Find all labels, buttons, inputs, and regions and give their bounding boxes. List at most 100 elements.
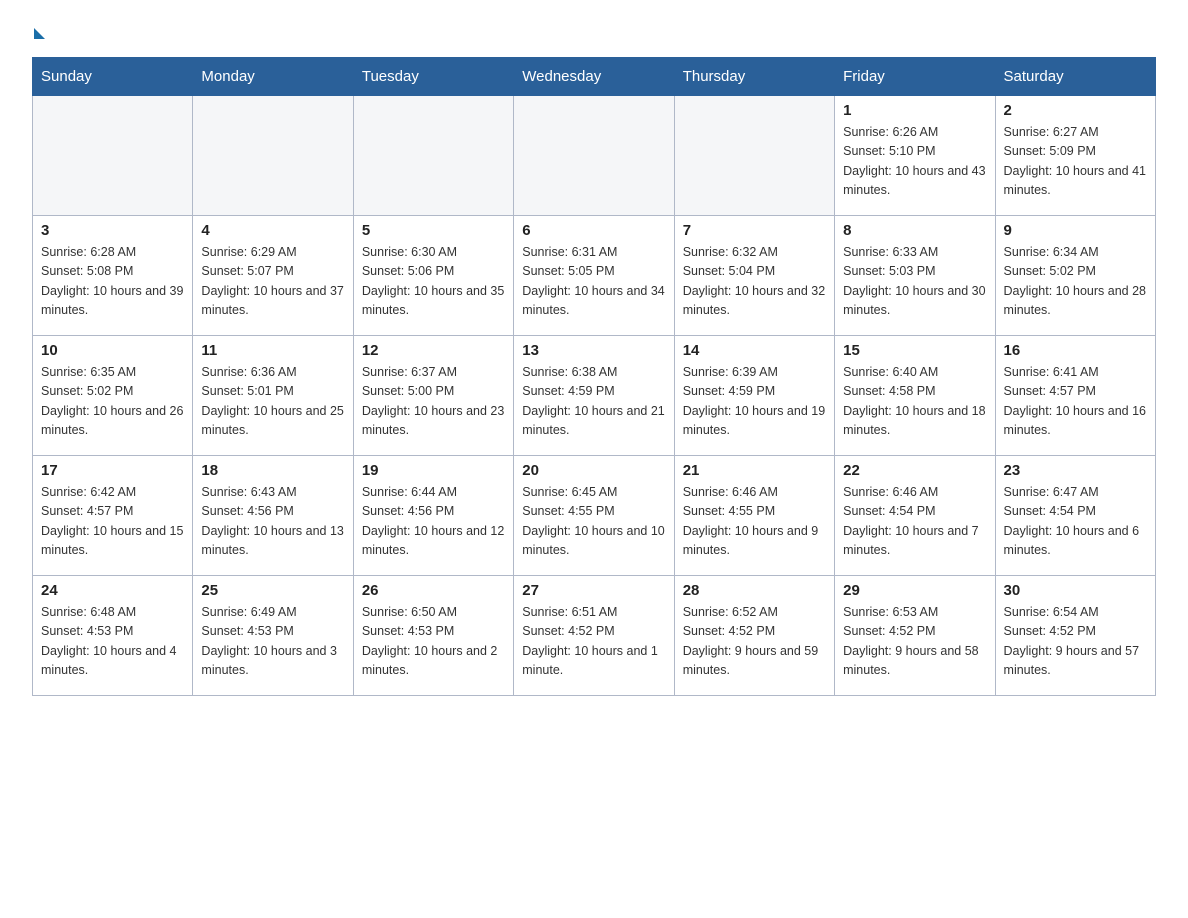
day-number: 22 <box>843 462 986 479</box>
calendar-day-cell: 6 Sunrise: 6:31 AM Sunset: 5:05 PM Daylig… <box>514 216 674 336</box>
calendar-day-cell <box>514 96 674 216</box>
day-number: 26 <box>362 582 505 599</box>
calendar-week-row: 24 Sunrise: 6:48 AM Sunset: 4:53 PM Dayli… <box>33 576 1156 696</box>
day-number: 24 <box>41 582 184 599</box>
day-number: 14 <box>683 342 826 359</box>
calendar-day-cell: 13 Sunrise: 6:38 AM Sunset: 4:59 PM Dayli… <box>514 336 674 456</box>
calendar-day-cell <box>193 96 353 216</box>
calendar-day-cell: 10 Sunrise: 6:35 AM Sunset: 5:02 PM Dayli… <box>33 336 193 456</box>
calendar-day-cell: 20Sunrise: 6:45 AM Sunset: 4:55 PM Dayli… <box>514 456 674 576</box>
calendar-header-row: SundayMondayTuesdayWednesdayThursdayFrid… <box>33 58 1156 96</box>
day-of-week-header: Wednesday <box>514 58 674 96</box>
calendar-week-row: 10 Sunrise: 6:35 AM Sunset: 5:02 PM Dayli… <box>33 336 1156 456</box>
day-number: 3 <box>41 222 184 239</box>
calendar-week-row: 3 Sunrise: 6:28 AM Sunset: 5:08 PM Daylig… <box>33 216 1156 336</box>
day-info: Sunrise: 6:50 AM Sunset: 4:53 PM Dayligh… <box>362 603 505 681</box>
day-number: 28 <box>683 582 826 599</box>
calendar-day-cell: 25 Sunrise: 6:49 AM Sunset: 4:53 PM Dayli… <box>193 576 353 696</box>
logo <box>32 24 45 37</box>
calendar-day-cell: 2 Sunrise: 6:27 AM Sunset: 5:09 PM Daylig… <box>995 96 1155 216</box>
day-number: 6 <box>522 222 665 239</box>
day-number: 12 <box>362 342 505 359</box>
day-number: 20 <box>522 462 665 479</box>
day-info: Sunrise: 6:44 AM Sunset: 4:56 PM Dayligh… <box>362 483 505 561</box>
day-number: 9 <box>1004 222 1147 239</box>
calendar-day-cell <box>353 96 513 216</box>
day-number: 25 <box>201 582 344 599</box>
calendar-day-cell: 19 Sunrise: 6:44 AM Sunset: 4:56 PM Dayli… <box>353 456 513 576</box>
calendar-day-cell: 4Sunrise: 6:29 AM Sunset: 5:07 PM Daylig… <box>193 216 353 336</box>
day-info: Sunrise: 6:52 AM Sunset: 4:52 PM Dayligh… <box>683 603 826 681</box>
calendar-day-cell <box>33 96 193 216</box>
day-number: 7 <box>683 222 826 239</box>
calendar-day-cell: 12Sunrise: 6:37 AM Sunset: 5:00 PM Dayli… <box>353 336 513 456</box>
day-info: Sunrise: 6:49 AM Sunset: 4:53 PM Dayligh… <box>201 603 344 681</box>
calendar-day-cell: 29 Sunrise: 6:53 AM Sunset: 4:52 PM Dayli… <box>835 576 995 696</box>
day-of-week-header: Tuesday <box>353 58 513 96</box>
calendar-day-cell: 7 Sunrise: 6:32 AM Sunset: 5:04 PM Daylig… <box>674 216 834 336</box>
calendar-day-cell: 23 Sunrise: 6:47 AM Sunset: 4:54 PM Dayli… <box>995 456 1155 576</box>
day-info: Sunrise: 6:46 AM Sunset: 4:55 PM Dayligh… <box>683 483 826 561</box>
day-number: 10 <box>41 342 184 359</box>
day-of-week-header: Monday <box>193 58 353 96</box>
day-number: 27 <box>522 582 665 599</box>
calendar-day-cell: 30 Sunrise: 6:54 AM Sunset: 4:52 PM Dayli… <box>995 576 1155 696</box>
day-number: 2 <box>1004 102 1147 119</box>
calendar-day-cell: 16Sunrise: 6:41 AM Sunset: 4:57 PM Dayli… <box>995 336 1155 456</box>
calendar-day-cell <box>674 96 834 216</box>
day-info: Sunrise: 6:38 AM Sunset: 4:59 PM Dayligh… <box>522 363 665 441</box>
calendar-day-cell: 24 Sunrise: 6:48 AM Sunset: 4:53 PM Dayli… <box>33 576 193 696</box>
day-number: 5 <box>362 222 505 239</box>
day-info: Sunrise: 6:36 AM Sunset: 5:01 PM Dayligh… <box>201 363 344 441</box>
day-info: Sunrise: 6:48 AM Sunset: 4:53 PM Dayligh… <box>41 603 184 681</box>
calendar-day-cell: 21 Sunrise: 6:46 AM Sunset: 4:55 PM Dayli… <box>674 456 834 576</box>
calendar-day-cell: 26 Sunrise: 6:50 AM Sunset: 4:53 PM Dayli… <box>353 576 513 696</box>
day-number: 13 <box>522 342 665 359</box>
day-of-week-header: Sunday <box>33 58 193 96</box>
day-info: Sunrise: 6:31 AM Sunset: 5:05 PM Dayligh… <box>522 243 665 321</box>
calendar-day-cell: 5Sunrise: 6:30 AM Sunset: 5:06 PM Daylig… <box>353 216 513 336</box>
day-number: 19 <box>362 462 505 479</box>
calendar-day-cell: 3 Sunrise: 6:28 AM Sunset: 5:08 PM Daylig… <box>33 216 193 336</box>
day-info: Sunrise: 6:33 AM Sunset: 5:03 PM Dayligh… <box>843 243 986 321</box>
day-number: 1 <box>843 102 986 119</box>
day-number: 21 <box>683 462 826 479</box>
calendar-day-cell: 18Sunrise: 6:43 AM Sunset: 4:56 PM Dayli… <box>193 456 353 576</box>
day-info: Sunrise: 6:39 AM Sunset: 4:59 PM Dayligh… <box>683 363 826 441</box>
calendar-week-row: 1 Sunrise: 6:26 AM Sunset: 5:10 PM Daylig… <box>33 96 1156 216</box>
calendar-day-cell: 11 Sunrise: 6:36 AM Sunset: 5:01 PM Dayli… <box>193 336 353 456</box>
day-of-week-header: Friday <box>835 58 995 96</box>
day-info: Sunrise: 6:47 AM Sunset: 4:54 PM Dayligh… <box>1004 483 1147 561</box>
day-number: 15 <box>843 342 986 359</box>
day-info: Sunrise: 6:32 AM Sunset: 5:04 PM Dayligh… <box>683 243 826 321</box>
day-number: 18 <box>201 462 344 479</box>
day-info: Sunrise: 6:46 AM Sunset: 4:54 PM Dayligh… <box>843 483 986 561</box>
calendar-day-cell: 28 Sunrise: 6:52 AM Sunset: 4:52 PM Dayli… <box>674 576 834 696</box>
calendar-day-cell: 15 Sunrise: 6:40 AM Sunset: 4:58 PM Dayli… <box>835 336 995 456</box>
calendar-day-cell: 8Sunrise: 6:33 AM Sunset: 5:03 PM Daylig… <box>835 216 995 336</box>
logo-triangle-icon <box>34 28 45 39</box>
calendar-day-cell: 9 Sunrise: 6:34 AM Sunset: 5:02 PM Daylig… <box>995 216 1155 336</box>
day-info: Sunrise: 6:34 AM Sunset: 5:02 PM Dayligh… <box>1004 243 1147 321</box>
day-info: Sunrise: 6:53 AM Sunset: 4:52 PM Dayligh… <box>843 603 986 681</box>
day-number: 29 <box>843 582 986 599</box>
day-info: Sunrise: 6:35 AM Sunset: 5:02 PM Dayligh… <box>41 363 184 441</box>
day-number: 23 <box>1004 462 1147 479</box>
page-header <box>32 24 1156 37</box>
day-info: Sunrise: 6:26 AM Sunset: 5:10 PM Dayligh… <box>843 123 986 201</box>
day-info: Sunrise: 6:51 AM Sunset: 4:52 PM Dayligh… <box>522 603 665 681</box>
day-info: Sunrise: 6:27 AM Sunset: 5:09 PM Dayligh… <box>1004 123 1147 201</box>
calendar-day-cell: 17Sunrise: 6:42 AM Sunset: 4:57 PM Dayli… <box>33 456 193 576</box>
day-number: 17 <box>41 462 184 479</box>
day-number: 16 <box>1004 342 1147 359</box>
calendar-day-cell: 22 Sunrise: 6:46 AM Sunset: 4:54 PM Dayli… <box>835 456 995 576</box>
day-number: 30 <box>1004 582 1147 599</box>
day-info: Sunrise: 6:28 AM Sunset: 5:08 PM Dayligh… <box>41 243 184 321</box>
day-info: Sunrise: 6:29 AM Sunset: 5:07 PM Dayligh… <box>201 243 344 321</box>
day-info: Sunrise: 6:54 AM Sunset: 4:52 PM Dayligh… <box>1004 603 1147 681</box>
calendar-table: SundayMondayTuesdayWednesdayThursdayFrid… <box>32 57 1156 696</box>
calendar-day-cell: 1 Sunrise: 6:26 AM Sunset: 5:10 PM Daylig… <box>835 96 995 216</box>
day-info: Sunrise: 6:40 AM Sunset: 4:58 PM Dayligh… <box>843 363 986 441</box>
day-number: 11 <box>201 342 344 359</box>
day-of-week-header: Saturday <box>995 58 1155 96</box>
